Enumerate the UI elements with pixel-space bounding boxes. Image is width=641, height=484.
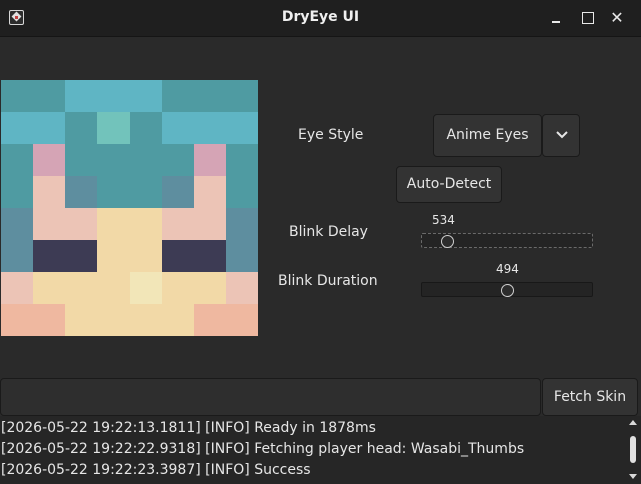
skin-pixel	[225, 176, 258, 208]
skin-pixel	[33, 80, 66, 112]
skin-pixel	[129, 112, 162, 144]
skin-pixel	[193, 176, 226, 208]
skin-pixel	[193, 304, 226, 336]
skin-pixel	[65, 80, 98, 112]
skin-pixel	[33, 272, 66, 304]
log-line: [2026-05-22 19:22:13.1811] [INFO] Ready …	[1, 420, 376, 436]
skin-pixel	[65, 272, 98, 304]
skin-pixel	[65, 176, 98, 208]
skin-pixel	[161, 208, 194, 240]
skin-pixel	[129, 272, 162, 304]
skin-pixel	[161, 272, 194, 304]
log-line: [2026-05-22 19:22:23.3987] [INFO] Succes…	[1, 462, 311, 478]
skin-pixel	[33, 240, 66, 272]
skin-pixel	[97, 240, 130, 272]
auto-detect-button[interactable]: Auto-Detect	[396, 166, 502, 203]
skin-pixel	[97, 112, 130, 144]
blink-duration-slider[interactable]	[421, 282, 593, 297]
skin-pixel	[1, 304, 34, 336]
log-line: [2026-05-22 19:22:22.9318] [INFO] Fetchi…	[1, 441, 525, 457]
blink-duration-value: 494	[496, 262, 519, 276]
skin-pixel	[225, 144, 258, 176]
skin-pixel	[1, 240, 34, 272]
skin-pixel	[225, 240, 258, 272]
window-title: DryEye UI	[281, 9, 360, 25]
blink-delay-label: Blink Delay	[289, 224, 368, 240]
skin-pixel	[97, 304, 130, 336]
skin-pixel	[97, 80, 130, 112]
skin-pixel	[129, 176, 162, 208]
skin-pixel	[1, 176, 34, 208]
skin-pixel	[161, 144, 194, 176]
skin-pixel	[1, 112, 34, 144]
skin-head-preview	[1, 80, 258, 336]
skin-pixel	[1, 144, 34, 176]
minimize-icon[interactable]	[547, 8, 567, 28]
eye-style-dropdown-button[interactable]	[542, 114, 580, 157]
skin-pixel	[193, 80, 226, 112]
skin-pixel	[33, 144, 66, 176]
skin-pixel	[129, 144, 162, 176]
skin-pixel	[65, 144, 98, 176]
skin-pixel	[129, 80, 162, 112]
close-icon[interactable]: ✕	[607, 8, 627, 28]
blink-duration-label: Blink Duration	[278, 273, 378, 289]
blink-duration-slider-handle[interactable]	[501, 284, 514, 297]
skin-pixel	[97, 272, 130, 304]
skin-pixel	[161, 112, 194, 144]
skin-pixel	[225, 272, 258, 304]
fetch-skin-button[interactable]: Fetch Skin	[542, 378, 638, 416]
eye-style-label: Eye Style	[298, 127, 364, 143]
skin-pixel	[65, 240, 98, 272]
skin-pixel	[129, 304, 162, 336]
skin-pixel	[33, 304, 66, 336]
skin-pixel	[193, 240, 226, 272]
skin-pixel	[129, 208, 162, 240]
skin-pixel	[65, 304, 98, 336]
skin-pixel	[65, 208, 98, 240]
blink-delay-slider[interactable]	[421, 233, 593, 248]
chevron-down-icon	[556, 131, 568, 139]
skin-pixel	[225, 208, 258, 240]
skin-pixel	[225, 112, 258, 144]
blink-delay-slider-handle[interactable]	[441, 235, 454, 248]
scroll-down-icon[interactable]	[629, 474, 637, 479]
skin-pixel	[193, 144, 226, 176]
skin-pixel	[33, 112, 66, 144]
skin-pixel	[1, 80, 34, 112]
skin-pixel	[161, 240, 194, 272]
blink-delay-value: 534	[432, 213, 455, 227]
title-bar: DryEye UI ✕	[0, 0, 641, 37]
skin-pixel	[1, 272, 34, 304]
scrollbar-thumb[interactable]	[630, 436, 636, 463]
skin-pixel	[33, 208, 66, 240]
skin-pixel	[97, 208, 130, 240]
skin-pixel	[225, 80, 258, 112]
skin-pixel	[193, 112, 226, 144]
maximize-icon[interactable]	[578, 8, 598, 28]
skin-pixel	[65, 112, 98, 144]
skin-pixel	[193, 208, 226, 240]
skin-pixel	[161, 304, 194, 336]
skin-pixel	[225, 304, 258, 336]
log-scrollbar[interactable]	[625, 416, 641, 484]
skin-pixel	[97, 176, 130, 208]
player-name-input[interactable]	[0, 378, 541, 416]
skin-pixel	[129, 240, 162, 272]
scroll-up-icon[interactable]	[629, 420, 637, 425]
skin-pixel	[161, 176, 194, 208]
skin-pixel	[161, 80, 194, 112]
skin-pixel	[193, 272, 226, 304]
log-output: [2026-05-22 19:22:13.1811] [INFO] Ready …	[0, 416, 625, 484]
skin-pixel	[33, 176, 66, 208]
skin-pixel	[97, 144, 130, 176]
eye-style-dropdown[interactable]: Anime Eyes	[433, 114, 542, 157]
skin-pixel	[1, 208, 34, 240]
